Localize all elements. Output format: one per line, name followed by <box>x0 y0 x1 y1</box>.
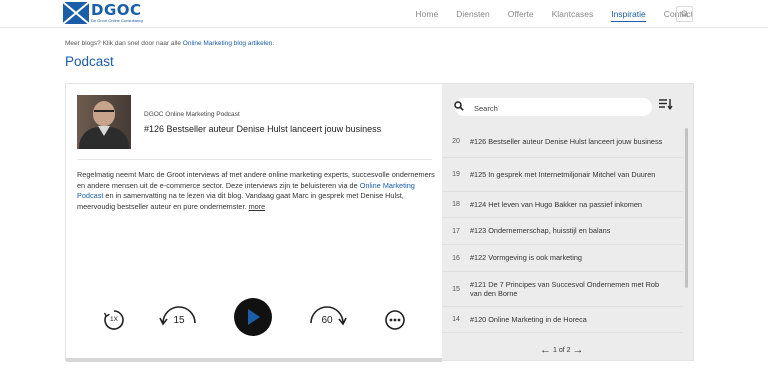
playback-speed-button[interactable]: 1X <box>102 308 126 332</box>
playlist-scrollbar[interactable] <box>685 128 688 288</box>
list-item[interactable]: 15 #121 De 7 Principes van Succesvol Ond… <box>442 272 683 307</box>
episode-list-title: #123 Ondernemerschap, huisstijl en balan… <box>470 226 611 236</box>
more-icon <box>385 310 405 330</box>
nav-home[interactable]: Home <box>416 0 439 28</box>
episode-description: Regelmatig neemt Marc de Groot interview… <box>77 170 437 212</box>
divider <box>77 159 432 160</box>
play-icon <box>248 309 260 325</box>
forward-label: 60 <box>321 315 333 326</box>
episode-title: #126 Bestseller auteur Denise Hulst lanc… <box>144 124 382 134</box>
search-icon <box>454 101 464 111</box>
episode-panel: DGOC Online Marketing Podcast #126 Bests… <box>66 84 442 358</box>
list-item[interactable]: 18 #124 Het leven van Hugo Bakker na pas… <box>442 192 683 218</box>
episode-artwork <box>77 95 131 149</box>
nav-diensten[interactable]: Diensten <box>456 0 490 28</box>
logo-name: DGOC <box>91 1 142 19</box>
search-icon <box>680 10 689 18</box>
site-header: DGOC De Groot Online Consultancy Home Di… <box>0 0 768 28</box>
logo-subtitle: De Groot Online Consultancy <box>91 18 144 23</box>
speed-label: 1X <box>110 316 118 323</box>
episode-number: 18 <box>452 201 460 208</box>
main-nav: Home Diensten Offerte Klantcases Inspira… <box>398 0 693 28</box>
more-link[interactable]: more <box>249 202 266 211</box>
episode-number: 17 <box>452 227 460 235</box>
episode-number: 16 <box>452 254 460 262</box>
rewind-button[interactable]: 15 <box>158 303 200 333</box>
logo[interactable]: DGOC De Groot Online Consultancy <box>63 2 143 24</box>
pagination: ← 1 of 2 → <box>540 345 584 356</box>
forward-button[interactable]: 60 <box>306 303 348 333</box>
episode-list-title: #120 Online Marketing in de Horeca <box>470 314 587 324</box>
episode-playlist: 20 #126 Bestseller auteur Denise Hulst l… <box>442 84 693 358</box>
episode-list-title: #122 Vormgeving is ook marketing <box>470 253 582 263</box>
episode-number: 15 <box>452 285 460 293</box>
list-item[interactable]: 20 #126 Bestseller auteur Denise Hulst l… <box>442 126 683 158</box>
nav-inspiratie[interactable]: Inspiratie <box>611 0 646 28</box>
nav-search-button[interactable] <box>676 6 693 22</box>
nav-offerte[interactable]: Offerte <box>508 0 534 28</box>
page-title: Podcast <box>65 54 114 69</box>
description-text-2: en in samenvatting na te lezen via dit b… <box>77 191 404 211</box>
next-page-icon[interactable]: → <box>573 345 584 356</box>
search-input[interactable] <box>474 102 644 114</box>
more-options-button[interactable] <box>383 308 407 332</box>
list-item[interactable]: 16 #122 Vormgeving is ook marketing <box>442 245 683 272</box>
episode-number: 20 <box>452 138 460 145</box>
episode-number: 14 <box>452 316 460 323</box>
sort-icon[interactable] <box>659 98 673 110</box>
play-button[interactable] <box>234 298 272 336</box>
episode-list-title: #125 In gesprek met Internetmiljonair Mi… <box>470 169 656 179</box>
page-indicator: 1 of 2 <box>553 346 571 354</box>
intro-label: Meer blogs? Klik dan snel door naar alle <box>65 40 181 47</box>
rewind-label: 15 <box>173 315 185 326</box>
prev-page-icon[interactable]: ← <box>540 345 551 356</box>
episode-list-title: #121 De 7 Principes van Succesvol Ondern… <box>470 279 660 299</box>
intro-text: Meer blogs? Klik dan snel door naar alle… <box>65 40 274 47</box>
list-item[interactable]: 14 #120 Online Marketing in de Horeca <box>442 307 683 333</box>
list-item[interactable]: 17 #123 Ondernemerschap, huisstijl en ba… <box>442 218 683 245</box>
nav-klantcases[interactable]: Klantcases <box>552 0 594 28</box>
blog-articles-link[interactable]: Online Marketing blog artikelen. <box>183 40 274 47</box>
list-item[interactable]: 19 #125 In gesprek met Internetmiljonair… <box>442 158 683 192</box>
episode-list-title: #124 Het leven van Hugo Bakker na passie… <box>470 199 642 209</box>
episode-number: 19 <box>452 171 460 178</box>
episode-list-title: #126 Bestseller auteur Denise Hulst lanc… <box>470 136 663 146</box>
progress-track[interactable] <box>66 358 442 362</box>
logo-icon <box>63 2 89 24</box>
podcast-player: DGOC Online Marketing Podcast #126 Bests… <box>65 83 694 362</box>
episode-show-name: DGOC Online Marketing Podcast <box>144 111 240 118</box>
